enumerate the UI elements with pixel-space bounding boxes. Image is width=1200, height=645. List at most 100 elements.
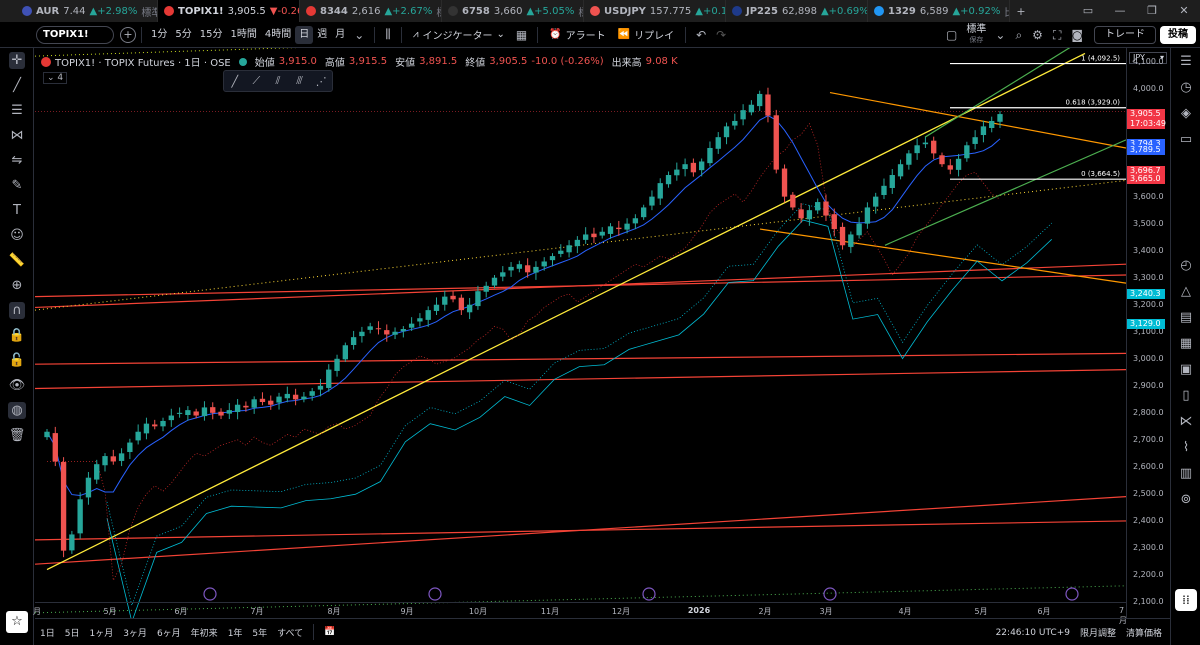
tab-jp225[interactable]: JP22562,898▲+0.69%✕ — [726, 0, 868, 22]
yellow-dotted-line — [35, 179, 1126, 311]
tf-5m[interactable]: 5分 — [171, 26, 195, 44]
pitchfork-icon[interactable]: ⫻ — [289, 74, 311, 88]
lock-icon[interactable]: 🔓 — [0, 348, 34, 373]
range-3m[interactable]: 3ヶ月 — [118, 626, 152, 639]
crosshair-tool-icon[interactable]: ✛ — [0, 48, 34, 73]
tab-change: ▲+0.92% — [952, 5, 1001, 17]
tf-month[interactable]: 月 — [331, 26, 349, 44]
trade-button[interactable]: トレード — [1094, 26, 1156, 44]
add-tab-icon[interactable]: + — [1010, 5, 1032, 18]
fib-tool-icon[interactable]: ☰ — [0, 98, 34, 123]
chevron-down-icon[interactable]: ⌄ — [349, 28, 369, 42]
date-range-calendar-icon[interactable]: 📅 — [319, 627, 340, 637]
fullscreen-icon[interactable]: ⛶ — [1048, 28, 1066, 43]
browser-tab-bar: AUR7.44▲+2.98%標準✕TOPIX1!3,905.5▼-0.26%✕8… — [0, 0, 1200, 22]
camera-icon[interactable]: ◙ — [1066, 28, 1088, 42]
fib-channel-icon[interactable]: ⋰ — [310, 75, 332, 88]
quick-search-icon[interactable]: ⌕ — [1010, 28, 1027, 43]
range-5y[interactable]: 5年 — [247, 626, 272, 639]
tf-15m[interactable]: 15分 — [196, 26, 227, 44]
data-window-icon[interactable]: ▥ — [1171, 460, 1200, 486]
settlement-price-toggle[interactable]: 清算価格 — [1126, 626, 1162, 639]
book-icon[interactable]: ▯ — [1171, 382, 1200, 408]
range-1m[interactable]: 1ヶ月 — [84, 626, 118, 639]
candle-body — [566, 245, 572, 253]
globe-icon[interactable]: ◍ — [0, 398, 34, 423]
eye-icon[interactable]: 👁 — [0, 373, 34, 398]
time-axis[interactable]: 月 5月 6月 7月 8月 9月 10月 11月 12月 2026 2月 3月 4月 5月 6月 7月 — [33, 602, 1127, 625]
tab-8344[interactable]: 83442,616▲+2.67%標準✕ — [300, 0, 442, 22]
price-scale[interactable]: JPY 4,100.04,000.03,900.03,800.03,700.03… — [1126, 48, 1170, 618]
right-sidebar: ☰ ◷ ◈ ▭ ◴ △ ▤ ▦ ▣ ▯ ⋉ ⌇ ▥ ⊚ ⁞⁞ — [1170, 48, 1200, 645]
stopwatch-icon[interactable]: ◴ — [1171, 252, 1200, 278]
layers-icon[interactable]: ◈ — [1171, 100, 1200, 126]
tf-day[interactable]: 日 — [295, 25, 314, 44]
candle-style-icon[interactable]: ⫼ — [380, 27, 396, 42]
maximize-icon[interactable]: ❐ — [1136, 0, 1168, 22]
layout-name[interactable]: 標準 保存 — [966, 25, 986, 45]
contract-adjust-toggle[interactable]: 限月調整 — [1080, 626, 1116, 639]
alert-button[interactable]: ⏰ アラート — [543, 27, 611, 42]
clock-readout[interactable]: 22:46:10 UTC+9 — [996, 628, 1070, 638]
chevron-down-icon[interactable]: ⌄ — [990, 28, 1010, 42]
calendar-icon[interactable]: ▤ — [1171, 304, 1200, 330]
trash-icon[interactable]: 🗑 — [0, 423, 34, 448]
settings-gear-icon[interactable]: ⚙ — [1027, 28, 1048, 42]
range-1d[interactable]: 1日 — [35, 626, 60, 639]
watchlist-icon[interactable]: ☰ — [1171, 48, 1200, 74]
clock-icon[interactable]: ◷ — [1171, 74, 1200, 100]
range-5d[interactable]: 5日 — [60, 626, 85, 639]
ray-tool-icon[interactable]: ⟋ — [246, 74, 268, 88]
magnet-icon[interactable]: ∩ — [0, 298, 34, 323]
parallel-channel-icon[interactable]: ⫽ — [267, 74, 289, 88]
redo-icon[interactable]: ↷ — [711, 28, 731, 42]
indicators-collapse-button[interactable]: ⌄ 4 — [43, 72, 68, 84]
indicators-button[interactable]: ⩘ インジケーター ⌄ — [407, 27, 511, 42]
trendline-tool-icon[interactable]: ╱ — [0, 73, 34, 98]
signal-icon[interactable]: ⋉ — [1171, 408, 1200, 434]
zoom-in-icon[interactable]: ⊕ — [0, 273, 34, 298]
templates-icon[interactable]: ▦ — [511, 28, 532, 42]
broadcast-icon[interactable]: ⊚ — [1171, 486, 1200, 512]
prediction-tool-icon[interactable]: ⇋ — [0, 148, 34, 173]
brush-tool-icon[interactable]: ✎ — [0, 173, 34, 198]
tf-week[interactable]: 週 — [313, 26, 331, 44]
tf-1m[interactable]: 1分 — [147, 26, 171, 44]
tf-1h[interactable]: 1時間 — [226, 26, 260, 44]
tab-6758[interactable]: 67583,660▲+5.05%標準✕ — [442, 0, 584, 22]
compare-symbol-icon[interactable]: + — [120, 26, 136, 43]
post-button[interactable]: 投稿 — [1160, 26, 1196, 44]
pattern-tool-icon[interactable]: ⋈ — [0, 123, 34, 148]
tab-1329[interactable]: 13296,589▲+0.92%比✕ — [868, 0, 1010, 22]
chat-icon[interactable]: ▭ — [1171, 126, 1200, 152]
tab-topix1[interactable]: TOPIX1!3,905.5▼-0.26%✕ — [158, 0, 300, 22]
close-window-icon[interactable]: ✕ — [1168, 0, 1200, 22]
minimize-icon[interactable]: — — [1104, 0, 1136, 22]
range-all[interactable]: すべて — [272, 626, 308, 639]
chart-pane[interactable]: 1 (4,092.5) 0.618 (3,929.0) 0 (3,664.5) TO… — [35, 48, 1126, 618]
news-icon[interactable]: ▦ — [1171, 330, 1200, 356]
tf-4h[interactable]: 4時間 — [261, 26, 295, 44]
apps-grid-icon[interactable]: ⁞⁞ — [1175, 589, 1197, 611]
emoji-tool-icon[interactable]: ☺ — [0, 223, 34, 248]
range-1y[interactable]: 1年 — [223, 626, 248, 639]
replay-button[interactable]: ⏪ リプレイ — [612, 27, 680, 42]
star-favorites-icon[interactable]: ☆ — [6, 611, 28, 633]
pattern-icon[interactable]: △ — [1171, 278, 1200, 304]
tab-aur[interactable]: AUR7.44▲+2.98%標準✕ — [16, 0, 158, 22]
tab-usdjpy[interactable]: USDJPY157.775▲+0.1%✕ — [584, 0, 726, 22]
legend-title: TOPIX1! · TOPIX Futures · 1日 · OSE — [55, 58, 231, 69]
undo-icon[interactable]: ↶ — [691, 28, 711, 42]
text-tool-icon[interactable]: T — [0, 198, 34, 223]
layout-icon[interactable]: ▭ — [1072, 0, 1104, 22]
strategy-icon[interactable]: ⌇ — [1171, 434, 1200, 460]
lock-drawings-icon[interactable]: 🔒 — [0, 323, 34, 348]
range-6m[interactable]: 6ヶ月 — [152, 626, 186, 639]
ruler-tool-icon[interactable]: 📏 — [0, 248, 34, 273]
trendline-tool-icon[interactable]: ╱ — [224, 75, 246, 88]
price-chart-svg[interactable]: 1 (4,092.5) 0.618 (3,929.0) 0 (3,664.5) — [35, 48, 1126, 618]
calculator-icon[interactable]: ▣ — [1171, 356, 1200, 382]
range-ytd[interactable]: 年初来 — [186, 626, 223, 639]
symbol-search-input[interactable]: TOPIX1! — [36, 25, 114, 44]
layout-select-icon[interactable]: ▢ — [941, 28, 962, 42]
